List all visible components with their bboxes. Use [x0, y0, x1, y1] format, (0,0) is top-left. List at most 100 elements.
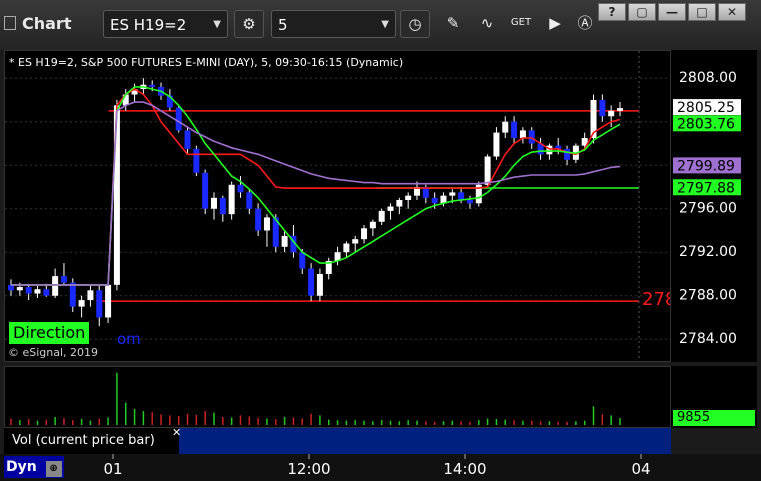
candle-body-69 [617, 108, 623, 111]
candle-body-27 [246, 192, 253, 209]
candle-body-24 [219, 197, 226, 215]
candle-body-2 [25, 287, 32, 294]
price-tick-0: 2808.00 [679, 70, 737, 86]
candle-body-56 [502, 121, 509, 133]
time-tick-0: 01 [103, 460, 122, 478]
vol-close-button[interactable]: ✕ [172, 426, 181, 439]
price-plot[interactable]: * ES H19=2, S&P 500 FUTURES E-MINI (DAY)… [5, 51, 670, 361]
study-bar: Vol (current price bar) ✕ [4, 426, 671, 454]
vol-value-label: 9855 [673, 410, 755, 426]
candle-body-5 [52, 276, 59, 296]
symbol-value: ES H19=2 [110, 16, 187, 34]
price-tick-4: 2784.00 [679, 331, 737, 347]
interval-combo[interactable]: 5 ▼ [271, 10, 396, 38]
chart-header: * ES H19=2, S&P 500 FUTURES E-MINI (DAY)… [9, 56, 403, 69]
candle-body-26 [237, 184, 244, 193]
indicator-line-0 [11, 88, 621, 286]
candle-body-43 [387, 206, 394, 211]
candle-body-19 [175, 107, 182, 131]
price-tick-2: 2792.00 [679, 244, 737, 260]
candle-body-10 [96, 290, 103, 318]
get-data-icon[interactable]: GET [506, 10, 536, 38]
candle-body-11 [105, 284, 112, 318]
candle-body-33 [299, 252, 306, 269]
price-label-2: 2799.89 [677, 158, 735, 174]
red-partial-label: 278 [642, 289, 670, 310]
candle-body-55 [493, 132, 500, 157]
candle-body-50 [449, 192, 456, 196]
interval-value: 5 [278, 16, 288, 34]
candle-body-41 [369, 221, 376, 229]
volume-axis: 9855 [671, 366, 757, 428]
candle-body-54 [484, 156, 491, 185]
candle-body-40 [361, 228, 368, 240]
study-icon[interactable]: ∿ [472, 10, 502, 38]
candle-body-67 [599, 99, 606, 117]
help-button[interactable]: ? [598, 3, 626, 21]
candle-body-3 [34, 289, 41, 294]
candle-body-68 [608, 110, 615, 117]
candle-body-16 [149, 84, 156, 87]
candle-body-58 [519, 130, 526, 139]
price-tick-1: 2796.00 [679, 201, 737, 217]
candle-body-42 [378, 210, 385, 222]
candle-body-63 [564, 148, 571, 160]
time-tick-1: 12:00 [287, 460, 330, 478]
dyn-button[interactable]: Dyn ⊕ [4, 456, 64, 478]
candle-body-4 [43, 289, 50, 296]
candle-body-20 [184, 130, 191, 149]
app-icon [4, 16, 16, 30]
price-label-1: 2803.76 [677, 116, 735, 132]
candle-body-44 [396, 200, 403, 207]
candle-body-7 [69, 282, 76, 307]
time-axis[interactable]: Dyn ⊕ 01 12:00 14:00 04 [0, 454, 761, 481]
play-icon[interactable]: ▶ [540, 10, 570, 38]
candle-body-31 [281, 235, 288, 247]
candle-body-6 [60, 276, 67, 283]
candle-body-35 [316, 273, 323, 296]
candle-body-48 [431, 197, 438, 204]
candle-body-21 [193, 148, 200, 173]
clock-icon[interactable]: ◷ [400, 10, 430, 38]
candle-body-25 [228, 184, 235, 215]
indicator-line-1 [11, 86, 621, 286]
candle-body-34 [308, 268, 315, 296]
price-tick-3: 2788.00 [679, 288, 737, 304]
price-axis[interactable]: 2808.00 2796.00 2792.00 2788.00 2784.00 2805.… [671, 50, 757, 362]
candle-body-51 [458, 192, 465, 201]
minimize-button[interactable]: — [658, 3, 686, 21]
price-label-3: 2797.88 [677, 180, 735, 196]
candle-body-38 [343, 243, 350, 253]
price-label-0: 2805.25 [677, 100, 735, 116]
candle-body-28 [255, 208, 262, 231]
gear-icon[interactable]: ⚙ [234, 10, 264, 38]
candle-body-8 [78, 300, 85, 307]
dyn-label: Dyn [6, 459, 37, 475]
candle-body-23 [211, 197, 217, 209]
candle-body-57 [511, 121, 518, 139]
copyright: © eSignal, 2019 [8, 346, 99, 359]
time-tick-3: 04 [631, 460, 650, 478]
candle-body-59 [528, 130, 535, 144]
pencil-icon[interactable]: ✎ [438, 10, 468, 38]
app-title: Chart [22, 14, 72, 33]
price-chart[interactable]: * ES H19=2, S&P 500 FUTURES E-MINI (DAY)… [4, 50, 671, 362]
indicator-line-2 [11, 101, 621, 286]
maximize-button[interactable]: □ [688, 3, 716, 21]
vol-label: Vol (current price bar) [4, 428, 179, 454]
partial-label: om [117, 330, 141, 348]
restore-button[interactable]: ▢ [628, 3, 656, 21]
candle-body-52 [466, 200, 473, 204]
titlebar: Chart ES H19=2 ▼ ⚙ 5 ▼ ◷ ✎ ∿ GET ▶ Ⓐ ? ▢… [0, 0, 761, 50]
chevron-down-icon: ▼ [381, 19, 389, 30]
candle-body-29 [263, 217, 270, 231]
time-tick-2: 14:00 [443, 460, 486, 478]
volume-panel[interactable] [4, 366, 671, 428]
symbol-combo[interactable]: ES H19=2 ▼ [103, 10, 228, 38]
candle-body-22 [202, 172, 209, 209]
alert-icon[interactable]: Ⓐ [570, 10, 600, 38]
candle-body-9 [87, 290, 94, 301]
candle-body-39 [352, 239, 359, 244]
close-button[interactable]: ✕ [718, 3, 746, 21]
direction-label: Direction [9, 322, 90, 344]
